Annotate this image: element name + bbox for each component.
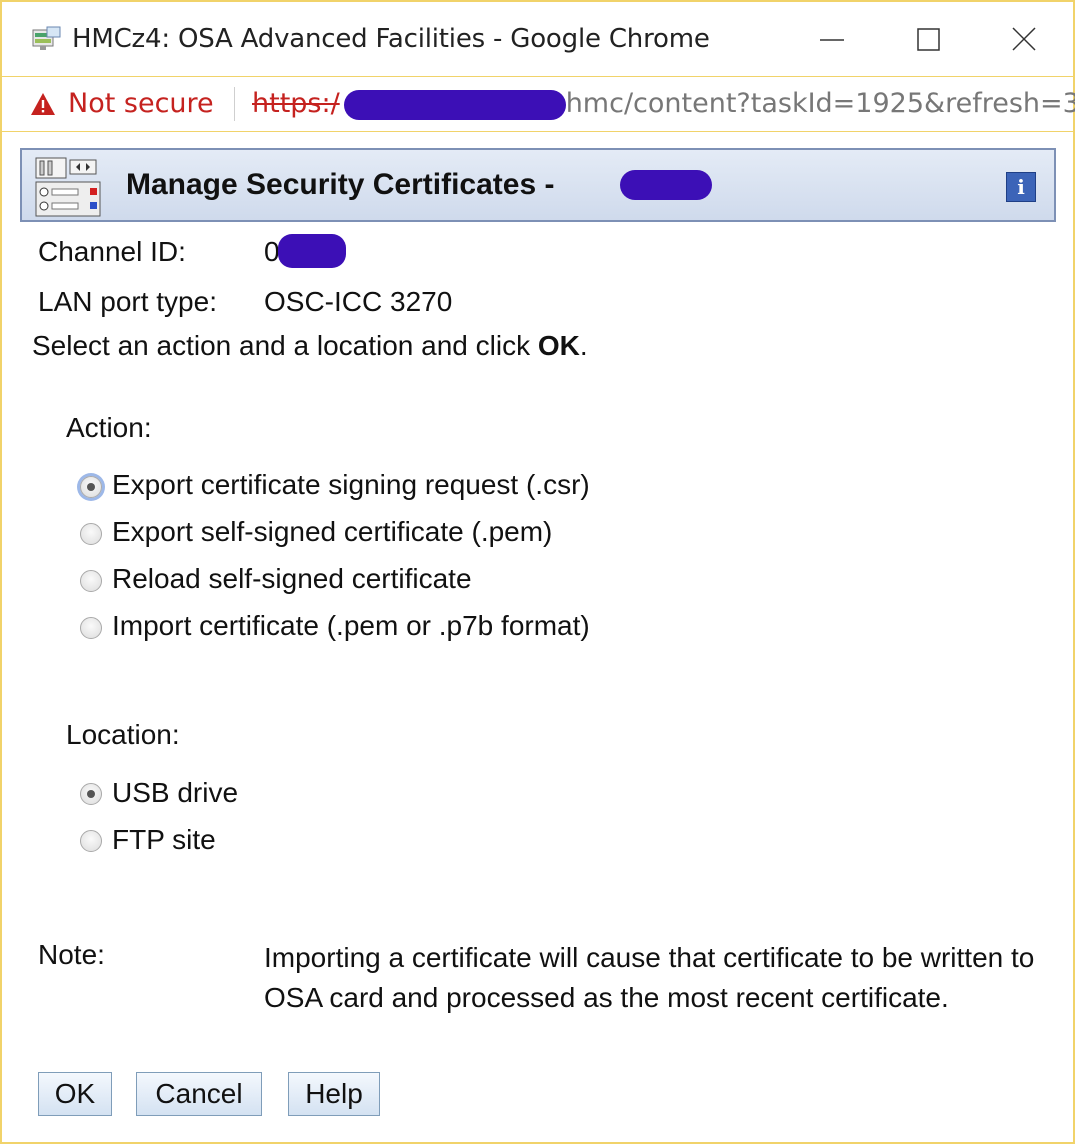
url-text[interactable]: https:/ hmc/content?taskId=1925&refresh=3… [252, 88, 1075, 120]
action-label-export-csr[interactable]: Export certificate signing request (.csr… [112, 469, 590, 501]
panel-title: Manage Security Certificates - [126, 168, 555, 201]
hmc-app-icon [32, 26, 61, 50]
address-bar[interactable]: Not secure https:/ hmc/content?taskId=192… [2, 76, 1075, 132]
url-path: hmc/content?taskId=1925&refresh=35... [565, 88, 1075, 119]
action-radio-export-csr[interactable] [80, 476, 102, 498]
window-title: HMCz4: OSA Advanced Facilities - Google … [72, 24, 710, 54]
location-label-usb[interactable]: USB drive [112, 777, 238, 809]
url-redaction [343, 89, 566, 120]
address-separator [234, 87, 235, 121]
security-status-label[interactable]: Not secure [68, 88, 214, 119]
lan-port-value: OSC-ICC 3270 [264, 286, 453, 317]
title-redaction [620, 170, 712, 200]
url-scheme: https:/ [252, 88, 340, 119]
instruction-suffix: . [579, 330, 588, 361]
action-radio-reload[interactable] [80, 570, 102, 592]
title-bar: HMCz4: OSA Advanced Facilities - Google … [2, 2, 1073, 76]
action-radio-import[interactable] [80, 617, 102, 639]
action-label-reload[interactable]: Reload self-signed certificate [112, 563, 472, 595]
lan-port-label: LAN port type: [38, 286, 217, 317]
action-label-export-pem[interactable]: Export self-signed certificate (.pem) [112, 516, 552, 548]
action-heading: Action: [66, 412, 152, 443]
action-radio-export-pem[interactable] [80, 523, 102, 545]
instruction-main: Select an action and a location and clic… [32, 330, 538, 361]
instruction-text: Select an action and a location and clic… [32, 330, 588, 362]
ok-button[interactable]: OK [38, 1072, 112, 1116]
location-heading: Location: [66, 719, 180, 750]
channel-id-label: Channel ID: [38, 236, 186, 267]
minimize-button[interactable] [810, 18, 854, 62]
note-text: Importing a certificate will cause that … [264, 942, 1035, 1013]
note-label: Note: [38, 939, 105, 970]
location-radio-usb[interactable] [80, 783, 102, 805]
location-radio-ftp[interactable] [80, 830, 102, 852]
server-hardware-icon [35, 157, 101, 217]
instruction-ok: OK [537, 330, 580, 361]
action-label-import[interactable]: Import certificate (.pem or .p7b format) [112, 610, 590, 642]
panel-header: Manage Security Certificates - i [20, 148, 1056, 222]
browser-window: HMCz4: OSA Advanced Facilities - Google … [0, 0, 1075, 1144]
help-button[interactable]: Help [288, 1072, 380, 1116]
close-button[interactable] [1002, 18, 1046, 62]
location-label-ftp[interactable]: FTP site [112, 824, 216, 856]
info-icon[interactable]: i [1006, 172, 1036, 202]
maximize-button[interactable] [906, 18, 950, 62]
cancel-button[interactable]: Cancel [136, 1072, 262, 1116]
warning-triangle-icon[interactable] [30, 92, 56, 116]
channel-id-redaction [278, 234, 346, 268]
